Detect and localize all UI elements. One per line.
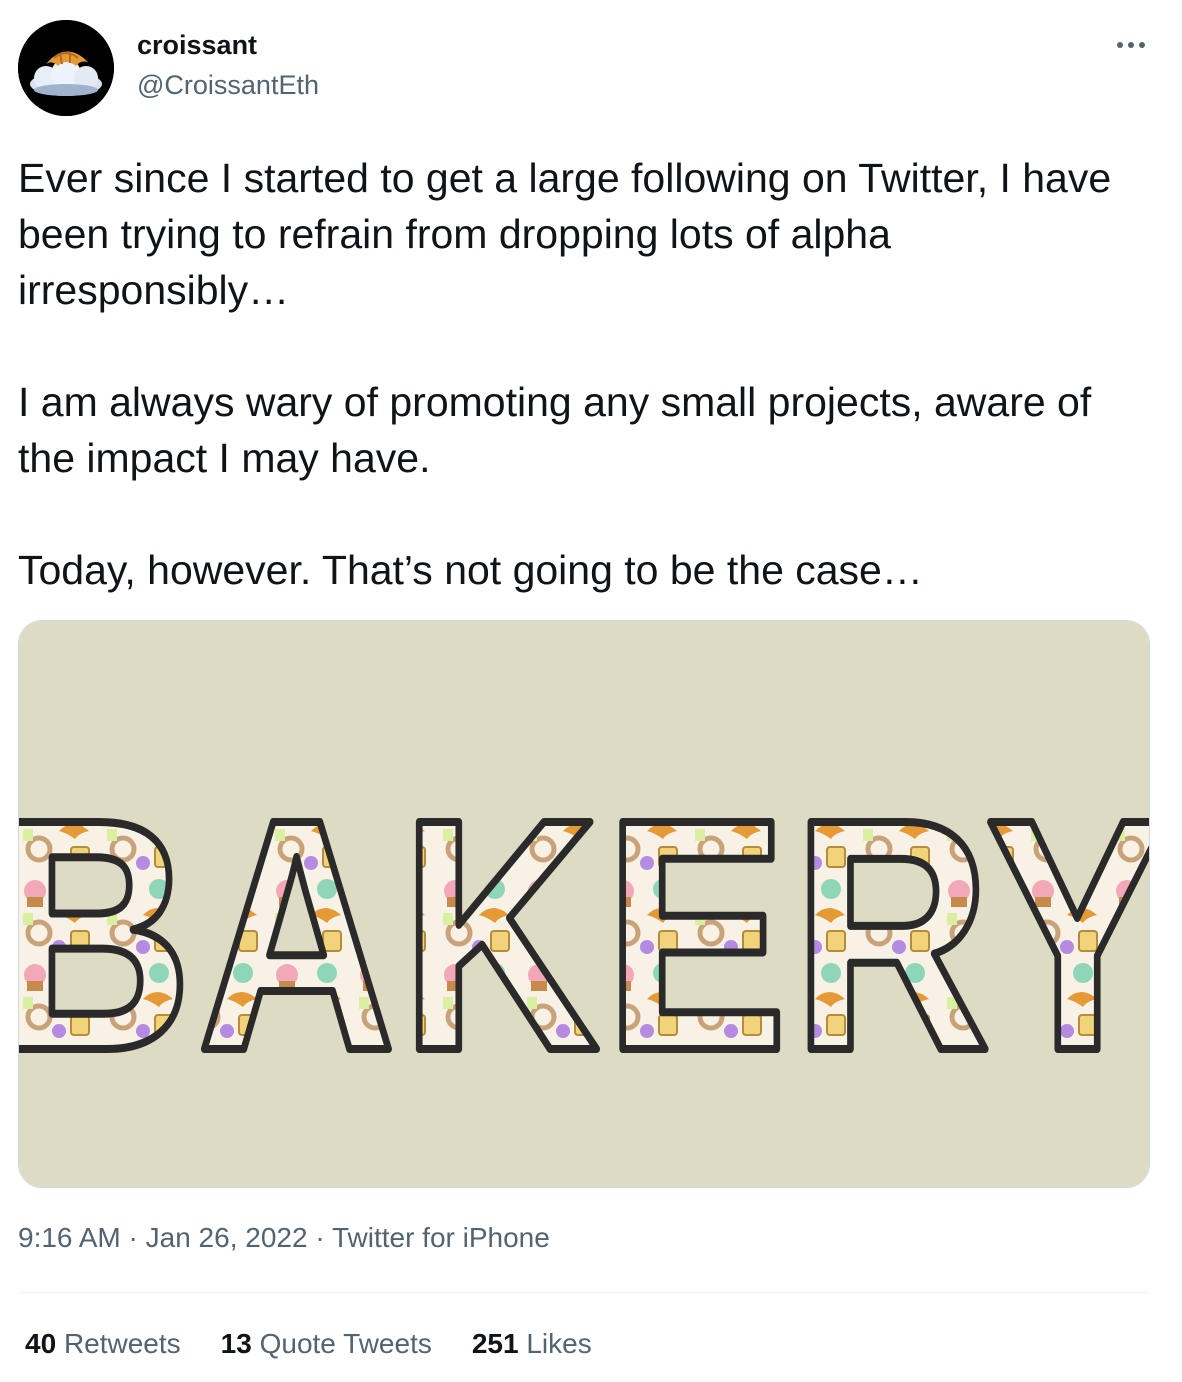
retweets-label: Retweets xyxy=(63,1328,181,1359)
croissant-on-cloud-icon xyxy=(18,20,114,116)
tweet-paragraph: Ever since I started to get a large foll… xyxy=(18,155,1123,313)
more-button[interactable] xyxy=(1114,28,1148,62)
tweet-meta: 9:16 AM · Jan 26, 2022 · Twitter for iPh… xyxy=(18,1222,550,1254)
avatar[interactable] xyxy=(18,20,114,116)
likes-stat[interactable]: 251 Likes xyxy=(472,1328,592,1360)
bakery-logo-image: BAKERY xyxy=(19,621,1149,1187)
quote-tweets-count: 13 xyxy=(220,1328,252,1359)
meta-separator: · xyxy=(120,1222,146,1253)
tweet-text: Ever since I started to get a large foll… xyxy=(18,150,1158,598)
tweet-date[interactable]: Jan 26, 2022 xyxy=(146,1222,308,1253)
bakery-word: BAKERY xyxy=(19,750,1149,1119)
tweet-paragraph: I am always wary of promoting any small … xyxy=(18,379,1103,481)
retweets-count: 40 xyxy=(25,1328,57,1359)
likes-count: 251 xyxy=(471,1328,519,1359)
likes-label: Likes xyxy=(526,1328,592,1359)
tweet-paragraph: Today, however. That’s not going to be t… xyxy=(18,547,923,593)
divider xyxy=(18,1292,1150,1293)
more-horizontal-icon xyxy=(1117,42,1145,48)
retweets-stat[interactable]: 40 Retweets xyxy=(25,1328,181,1360)
tweet-source[interactable]: Twitter for iPhone xyxy=(332,1222,550,1253)
engagement-stats: 40 Retweets 13 Quote Tweets 251 Likes xyxy=(25,1328,632,1360)
meta-separator: · xyxy=(307,1222,332,1253)
display-name[interactable]: croissant xyxy=(137,30,257,61)
quote-tweets-stat[interactable]: 13 Quote Tweets xyxy=(221,1328,432,1360)
tweet-media-image[interactable]: BAKERY xyxy=(18,620,1150,1188)
tweet-time[interactable]: 9:16 AM xyxy=(18,1222,121,1253)
handle[interactable]: @CroissantEth xyxy=(137,70,319,101)
quote-tweets-label: Quote Tweets xyxy=(259,1328,432,1359)
